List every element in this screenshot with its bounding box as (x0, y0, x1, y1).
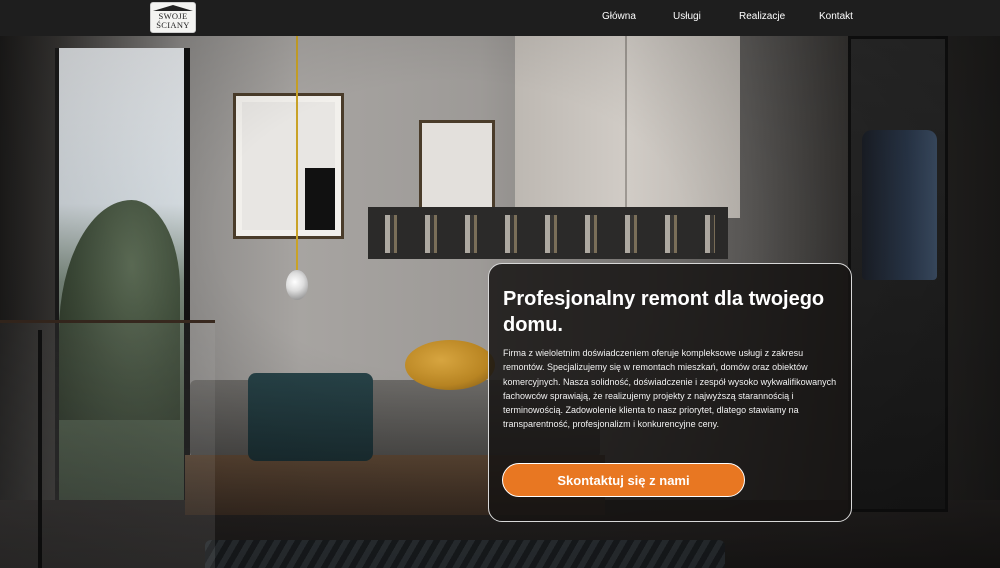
logo-text-line2: ŚCIANY (156, 20, 190, 30)
hero-card: Profesjonalny remont dla twojego domu. F… (488, 263, 852, 522)
site-logo[interactable]: SWOJE ŚCIANY (150, 2, 196, 33)
nav-link-glowna[interactable]: Główna (602, 11, 636, 22)
nav-link-realizacje[interactable]: Realizacje (739, 11, 785, 22)
contact-us-button[interactable]: Skontaktuj się z nami (502, 463, 745, 497)
site-header: SWOJE ŚCIANY Główna Usługi Realizacje Ko… (0, 0, 1000, 36)
nav-link-uslugi[interactable]: Usługi (673, 11, 701, 22)
hero-title: Profesjonalny remont dla twojego domu. (503, 288, 825, 336)
nav-link-kontakt[interactable]: Kontakt (819, 11, 853, 22)
hero-description: Firma z wieloletnim doświadczeniem oferu… (503, 348, 837, 430)
